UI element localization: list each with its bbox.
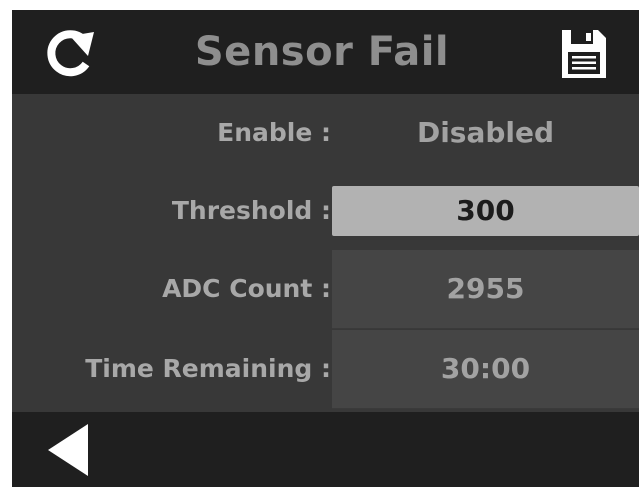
refresh-icon bbox=[47, 30, 94, 77]
footer-bar bbox=[12, 412, 639, 487]
enable-label: Enable : bbox=[217, 118, 331, 147]
threshold-label: Threshold : bbox=[171, 196, 331, 225]
save-button[interactable] bbox=[556, 24, 612, 84]
page-title: Sensor Fail bbox=[194, 29, 450, 75]
back-arrow-icon bbox=[48, 424, 88, 476]
enable-value[interactable]: Disabled bbox=[332, 94, 639, 172]
threshold-row: Threshold : 300 bbox=[12, 172, 639, 250]
time-remaining-label: Time Remaining : bbox=[85, 354, 331, 383]
header-bar: Sensor Fail bbox=[12, 10, 639, 94]
adc-count-label: ADC Count : bbox=[162, 274, 331, 303]
refresh-button[interactable] bbox=[40, 24, 100, 80]
sensor-fail-screen: Sensor Fail Enable : Disabled Threshold … bbox=[12, 10, 639, 487]
time-remaining-value: 30:00 bbox=[332, 330, 639, 409]
enable-row: Enable : Disabled bbox=[12, 94, 639, 172]
adc-count-value: 2955 bbox=[332, 250, 639, 329]
time-remaining-row: Time Remaining : 30:00 bbox=[12, 330, 639, 409]
save-icon bbox=[562, 30, 606, 78]
back-button[interactable] bbox=[42, 420, 92, 480]
threshold-input[interactable]: 300 bbox=[332, 186, 639, 236]
adc-count-row: ADC Count : 2955 bbox=[12, 250, 639, 329]
